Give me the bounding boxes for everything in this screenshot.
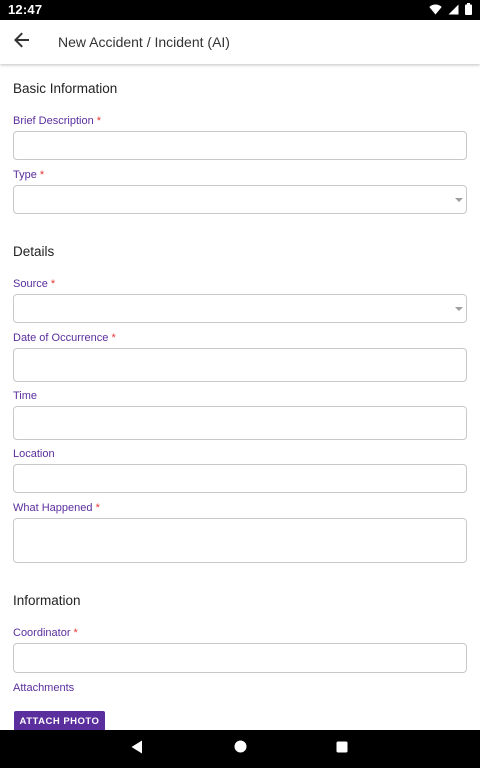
required-marker: * <box>50 278 56 290</box>
navigation-bar <box>0 730 480 768</box>
source-label: Source * <box>13 278 55 290</box>
location-input[interactable] <box>13 464 467 493</box>
back-arrow-icon <box>14 32 30 53</box>
chevron-down-icon <box>455 306 463 311</box>
required-marker: * <box>39 169 45 181</box>
type-select[interactable] <box>13 185 467 214</box>
what-happened-textarea[interactable] <box>13 518 467 563</box>
type-label-text: Type <box>13 169 37 181</box>
app-bar: New Accident / Incident (AI) <box>0 20 480 64</box>
coordinator-input[interactable] <box>13 643 467 673</box>
source-label-text: Source <box>13 278 48 290</box>
coordinator-label: Coordinator * <box>13 627 78 639</box>
nav-back-icon <box>131 740 143 759</box>
wifi-icon <box>429 4 442 15</box>
attachments-label: Attachments <box>13 682 75 694</box>
section-title-basic-information: Basic Information <box>13 81 118 96</box>
nav-recents-icon <box>336 740 348 758</box>
form-content[interactable]: Basic Information Brief Description * Ty… <box>0 64 480 730</box>
time-input[interactable] <box>13 406 467 440</box>
signal-icon <box>448 4 459 15</box>
status-time: 12:47 <box>8 2 43 17</box>
required-marker: * <box>95 502 100 514</box>
coordinator-label-text: Coordinator <box>13 627 71 639</box>
required-marker: * <box>96 115 102 127</box>
attach-photo-button[interactable]: ATTACH PHOTO <box>14 711 105 730</box>
nav-recents-button[interactable] <box>322 730 362 768</box>
back-button[interactable] <box>8 28 36 56</box>
date-of-occurrence-label: Date of Occurrence * <box>13 332 116 344</box>
nav-back-button[interactable] <box>117 730 157 768</box>
date-of-occurrence-label-text: Date of Occurrence <box>13 332 109 344</box>
nav-home-button[interactable] <box>220 730 260 768</box>
status-icons <box>429 3 472 15</box>
brief-description-label: Brief Description * <box>13 115 101 127</box>
location-label: Location <box>13 448 55 460</box>
source-select[interactable] <box>13 294 467 323</box>
what-happened-label: What Happened * <box>13 502 100 514</box>
required-marker: * <box>111 332 116 344</box>
required-marker: * <box>73 627 78 639</box>
section-title-details: Details <box>13 244 55 259</box>
brief-description-input[interactable] <box>13 131 467 160</box>
date-of-occurrence-input[interactable] <box>13 348 467 382</box>
chevron-down-icon <box>455 197 463 202</box>
brief-description-label-text: Brief Description <box>13 115 94 127</box>
nav-home-icon <box>234 740 247 758</box>
what-happened-label-text: What Happened <box>13 502 93 514</box>
section-title-information: Information <box>13 593 81 608</box>
type-label: Type * <box>13 169 44 181</box>
status-bar: 12:47 <box>0 0 480 20</box>
page-title: New Accident / Incident (AI) <box>58 34 230 50</box>
time-label: Time <box>13 390 38 402</box>
battery-icon <box>465 3 472 15</box>
